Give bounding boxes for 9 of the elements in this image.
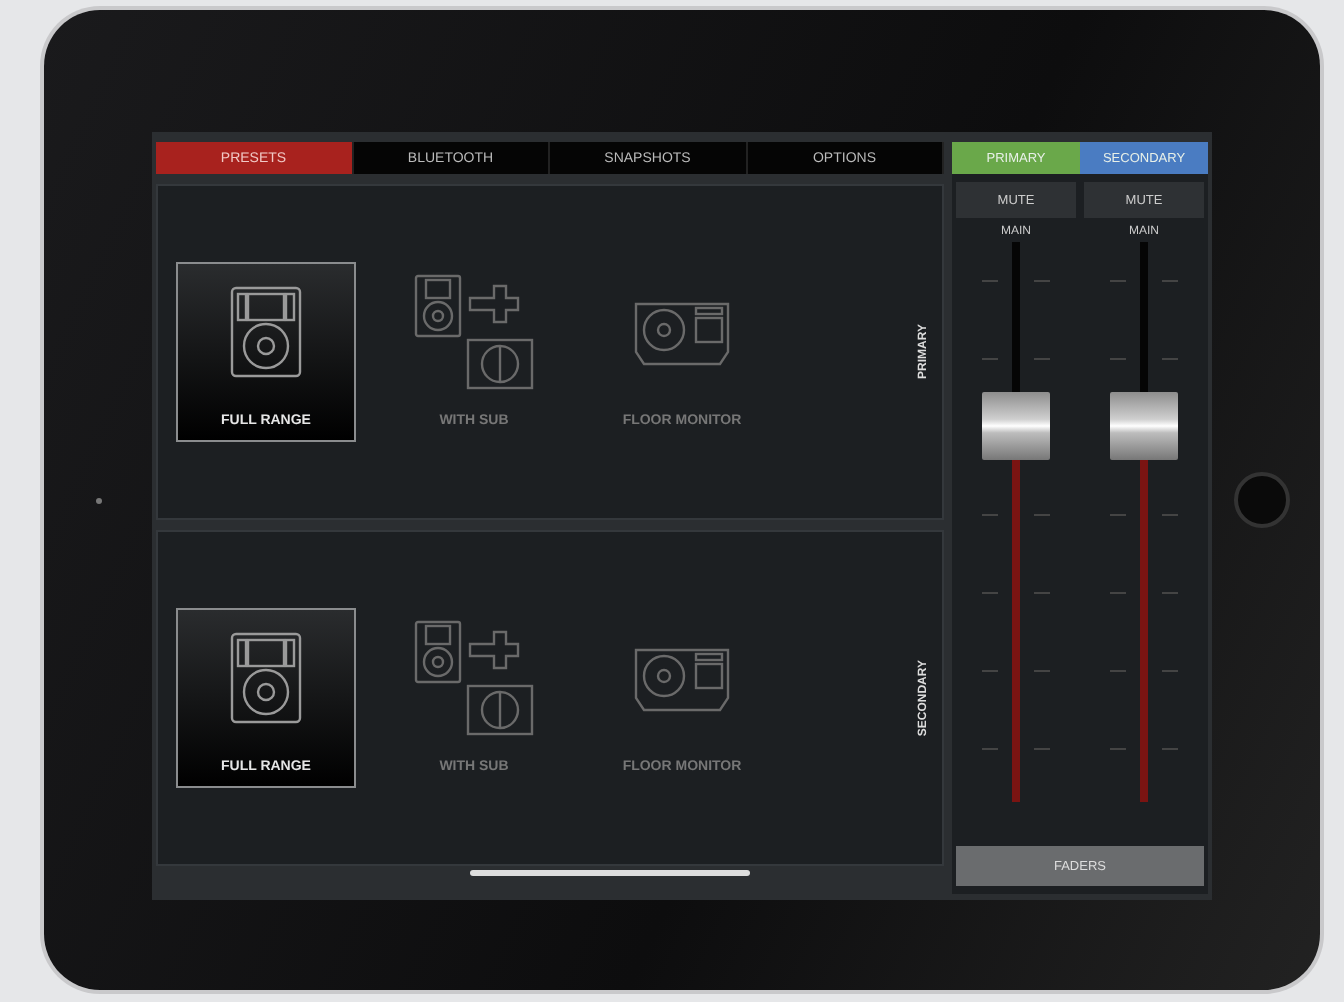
- speaker-icon: [230, 631, 302, 723]
- floor-monitor-icon: [634, 297, 730, 365]
- speaker-icon: [230, 285, 302, 377]
- fader-thumb[interactable]: [982, 392, 1050, 461]
- speaker-and-subwoofer-icon: [414, 273, 534, 389]
- speaker-and-subwoofer-icon: [414, 619, 534, 735]
- floor-monitor-icon: [634, 643, 730, 711]
- camera-icon: [95, 497, 101, 503]
- fader-thumb[interactable]: [1110, 392, 1178, 461]
